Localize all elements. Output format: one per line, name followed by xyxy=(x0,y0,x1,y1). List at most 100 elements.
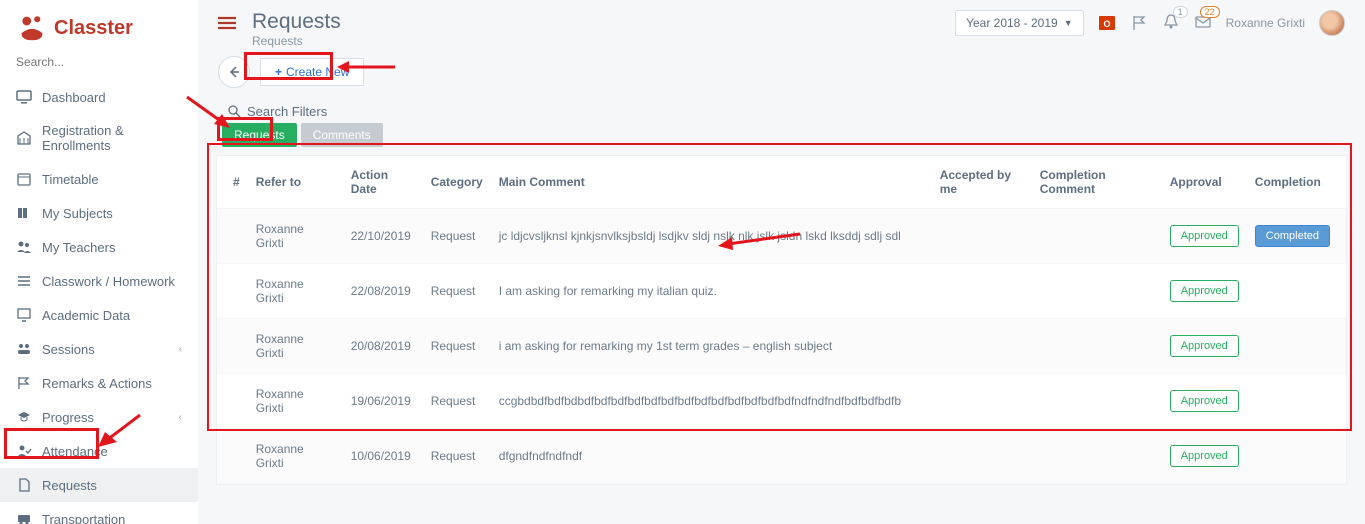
cell-approval: Approved xyxy=(1162,319,1247,374)
chevron-left-icon: ‹ xyxy=(179,412,182,423)
building-icon xyxy=(16,130,32,146)
cell-completion-comment xyxy=(1032,429,1162,484)
sidebar-item-requests[interactable]: Requests xyxy=(0,468,198,502)
office-icon[interactable]: O xyxy=(1098,14,1116,32)
cell-refer: Roxanne Grixti xyxy=(248,209,343,264)
year-selector-label: Year 2018 - 2019 xyxy=(966,16,1058,30)
cell-approval: Approved xyxy=(1162,374,1247,429)
mail-badge: 22 xyxy=(1200,6,1220,18)
bell-badge: 1 xyxy=(1173,6,1188,18)
bus-icon xyxy=(16,511,32,524)
cell-refer: Roxanne Grixti xyxy=(248,374,343,429)
col-refer[interactable]: Refer to xyxy=(248,156,343,209)
year-selector[interactable]: Year 2018 - 2019 ▼ xyxy=(955,10,1084,36)
group-icon xyxy=(16,341,32,357)
user-check-icon xyxy=(16,443,32,459)
search-filters-toggle[interactable]: Search Filters xyxy=(198,98,1365,123)
cell-date: 19/06/2019 xyxy=(343,374,423,429)
sidebar-item-label: Dashboard xyxy=(42,90,106,105)
col-completion[interactable]: Completion xyxy=(1247,156,1346,209)
requests-table: # Refer to Action Date Category Main Com… xyxy=(216,155,1347,485)
graduation-icon xyxy=(16,409,32,425)
sidebar-item-subjects[interactable]: My Subjects xyxy=(0,196,198,230)
cell-completion xyxy=(1247,374,1346,429)
page-title: Requests xyxy=(252,10,341,34)
status-badge: Approved xyxy=(1170,225,1239,247)
search-input[interactable] xyxy=(16,55,182,70)
col-accepted[interactable]: Accepted by me xyxy=(932,156,1032,209)
sidebar-item-sessions[interactable]: Sessions ‹ xyxy=(0,332,198,366)
books-icon xyxy=(16,205,32,221)
status-badge: Approved xyxy=(1170,390,1239,412)
tab-requests[interactable]: Requests xyxy=(222,123,297,147)
cell-refer: Roxanne Grixti xyxy=(248,429,343,484)
cell-category: Request xyxy=(423,319,491,374)
menu-toggle-icon[interactable] xyxy=(218,16,236,30)
cell-completion xyxy=(1247,429,1346,484)
col-completion-comment[interactable]: Completion Comment xyxy=(1032,156,1162,209)
create-new-button[interactable]: + Create New xyxy=(260,58,364,86)
cell-date: 22/08/2019 xyxy=(343,264,423,319)
tab-comments[interactable]: Comments xyxy=(301,123,383,147)
sidebar-item-label: Progress xyxy=(42,410,94,425)
sidebar-item-label: Registration & Enrollments xyxy=(42,123,182,153)
user-name[interactable]: Roxanne Grixti xyxy=(1226,16,1305,30)
cell-accepted xyxy=(932,374,1032,429)
col-hash[interactable]: # xyxy=(217,156,248,209)
cell-refer: Roxanne Grixti xyxy=(248,264,343,319)
cell-approval: Approved xyxy=(1162,264,1247,319)
sidebar-item-academic[interactable]: Academic Data xyxy=(0,298,198,332)
cell-accepted xyxy=(932,209,1032,264)
sidebar-item-dashboard[interactable]: Dashboard xyxy=(0,80,198,114)
flag-icon xyxy=(16,375,32,391)
cell-approval: Approved xyxy=(1162,429,1247,484)
cell-completion-comment xyxy=(1032,264,1162,319)
cell-completion: Completed xyxy=(1247,209,1346,264)
cell-accepted xyxy=(932,429,1032,484)
cell-comment: dfgndfndfndfndf xyxy=(491,429,932,484)
cell-completion-comment xyxy=(1032,374,1162,429)
cell-completion xyxy=(1247,264,1346,319)
col-main-comment[interactable]: Main Comment xyxy=(491,156,932,209)
search-filters-label: Search Filters xyxy=(247,104,327,119)
cell-date: 10/06/2019 xyxy=(343,429,423,484)
sidebar-item-timetable[interactable]: Timetable xyxy=(0,162,198,196)
sidebar-item-remarks[interactable]: Remarks & Actions xyxy=(0,366,198,400)
sidebar-item-teachers[interactable]: My Teachers xyxy=(0,230,198,264)
sidebar-item-attendance[interactable]: Attendance xyxy=(0,434,198,468)
cell-date: 20/08/2019 xyxy=(343,319,423,374)
cell-category: Request xyxy=(423,374,491,429)
cell-comment: I am asking for remarking my italian qui… xyxy=(491,264,932,319)
avatar[interactable] xyxy=(1319,10,1345,36)
monitor-icon xyxy=(16,89,32,105)
col-category[interactable]: Category xyxy=(423,156,491,209)
sidebar-item-transportation[interactable]: Transportation xyxy=(0,502,198,524)
col-action-date[interactable]: Action Date xyxy=(343,156,423,209)
sidebar-item-progress[interactable]: Progress ‹ xyxy=(0,400,198,434)
magnifier-icon xyxy=(228,105,241,118)
cell-accepted xyxy=(932,319,1032,374)
chevron-left-icon: ‹ xyxy=(179,344,182,355)
cell-comment: ccgbdbdfbdfbdbdfbdfbdfbdfbdfbdfbdfbdfbdf… xyxy=(491,374,932,429)
arrow-left-icon xyxy=(227,65,241,79)
sidebar-item-label: Timetable xyxy=(42,172,99,187)
flag-outline-icon[interactable] xyxy=(1130,14,1148,32)
sidebar-item-registration[interactable]: Registration & Enrollments xyxy=(0,114,198,162)
brand-text: Classter xyxy=(54,17,133,40)
cell-comment: jc ldjcvsljknsl kjnkjsnvlksjbsldj lsdjkv… xyxy=(491,209,932,264)
table-row[interactable]: Roxanne Grixti20/08/2019Requesti am aski… xyxy=(217,319,1346,374)
table-row[interactable]: Roxanne Grixti19/06/2019Requestccgbdbdfb… xyxy=(217,374,1346,429)
sidebar-item-classwork[interactable]: Classwork / Homework xyxy=(0,264,198,298)
status-badge: Approved xyxy=(1170,445,1239,467)
table-row[interactable]: Roxanne Grixti10/06/2019Requestdfgndfndf… xyxy=(217,429,1346,484)
sidebar-item-label: My Teachers xyxy=(42,240,115,255)
classter-logo-icon xyxy=(18,14,46,42)
table-row[interactable]: Roxanne Grixti22/08/2019RequestI am aski… xyxy=(217,264,1346,319)
sidebar-nav: Dashboard Registration & Enrollments Tim… xyxy=(0,80,198,524)
col-approval[interactable]: Approval xyxy=(1162,156,1247,209)
cell-hash xyxy=(217,264,248,319)
back-button[interactable] xyxy=(218,56,250,88)
cell-hash xyxy=(217,209,248,264)
cell-date: 22/10/2019 xyxy=(343,209,423,264)
table-row[interactable]: Roxanne Grixti22/10/2019Requestjc ldjcvs… xyxy=(217,209,1346,264)
